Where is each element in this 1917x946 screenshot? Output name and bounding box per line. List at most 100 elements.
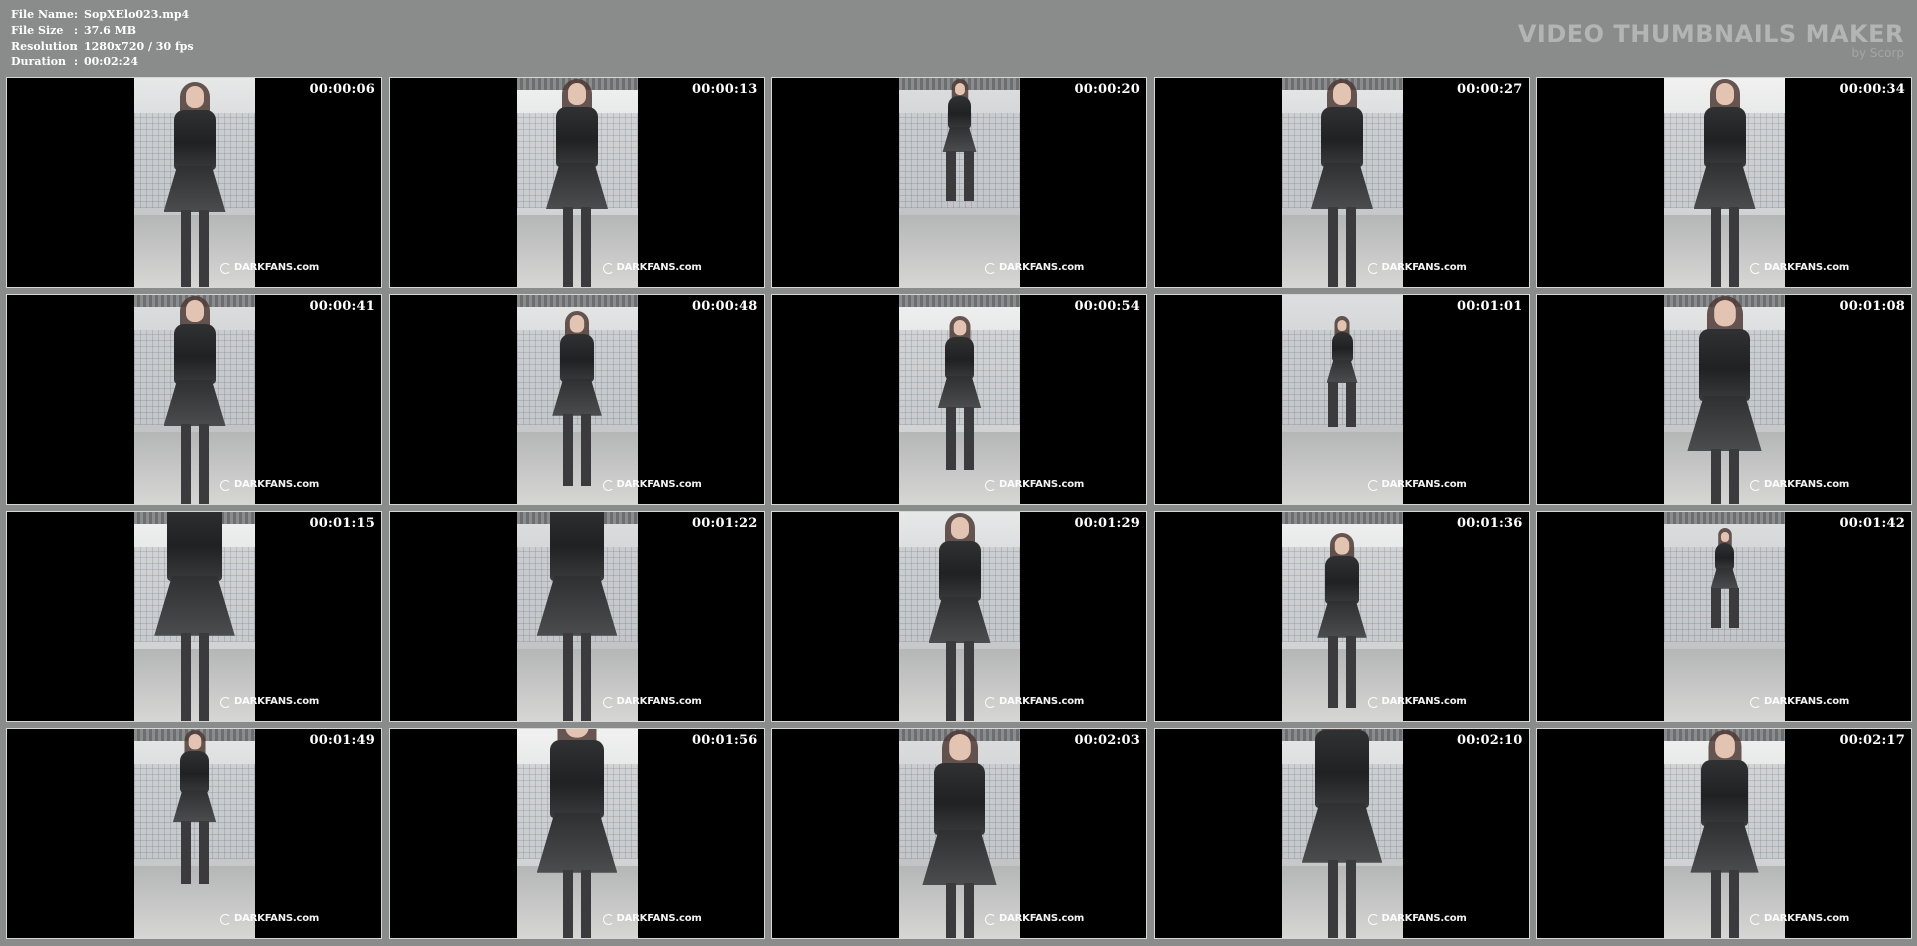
thumbnail[interactable]: 00:00:48 DARKFANS.com: [388, 294, 765, 505]
watermark-text: DARKFANS.com: [616, 913, 702, 924]
darkfans-logo-icon: [602, 696, 614, 708]
thumbnail-grid: 00:00:06 DARKFANS.com 00:00:13 DARKFANS.com…: [6, 77, 1912, 941]
brand-title: VIDEO THUMBNAILS MAKER: [1517, 20, 1904, 48]
frame-legs: [563, 414, 591, 487]
frame-head: [569, 315, 585, 333]
thumbnail-frame-image: [516, 78, 638, 287]
frame-body: [1314, 730, 1370, 809]
thumbnail-timestamp: 00:02:17: [1839, 733, 1905, 748]
sheet-header: File Name : SopXElo023.mp4 File Size : 3…: [0, 0, 1917, 74]
thumbnail-timestamp: 00:00:27: [1457, 82, 1523, 97]
darkfans-watermark: DARKFANS.com: [985, 696, 1084, 708]
darkfans-logo-icon: [1750, 262, 1761, 274]
frame-legs: [945, 406, 974, 470]
thumbnail[interactable]: 00:01:22 DARKFANS.com: [388, 511, 765, 722]
thumbnail[interactable]: 00:02:10 DARKFANS.com: [1153, 728, 1530, 939]
file-name-separator: :: [74, 8, 79, 21]
frame-head: [1713, 300, 1736, 327]
thumbnail-timestamp: 00:02:10: [1457, 733, 1523, 748]
frame-body: [179, 750, 210, 793]
thumbnail-timestamp: 00:01:01: [1457, 299, 1523, 314]
frame-legs: [945, 151, 974, 201]
frame-body: [1715, 542, 1734, 570]
frame-head: [1333, 83, 1351, 105]
frame-body: [549, 512, 605, 582]
frame-legs: [563, 633, 591, 721]
watermark-text: DARKFANS.com: [616, 479, 702, 490]
thumbnail-frame-image: [516, 512, 638, 721]
thumbnail-timestamp: 00:00:06: [309, 82, 375, 97]
darkfans-logo-icon: [602, 262, 614, 274]
thumbnail-timestamp: 00:00:13: [692, 82, 758, 97]
thumbnail-frame-image: [1281, 295, 1403, 504]
darkfans-logo-icon: [220, 696, 231, 708]
thumbnail-frame-image: [134, 512, 255, 721]
thumbnail-frame-image: [516, 295, 638, 504]
frame-ground: [1281, 432, 1403, 504]
thumbnail[interactable]: 00:01:56 DARKFANS.com: [388, 728, 765, 939]
darkfans-watermark: DARKFANS.com: [220, 479, 320, 491]
thumbnail[interactable]: 00:02:03 DARKFANS.com: [771, 728, 1147, 939]
thumbnail-frame-image: [1281, 729, 1403, 938]
thumbnail[interactable]: 00:00:34 DARKFANS.com: [1536, 77, 1912, 288]
file-size-row: File Size : 37.6 MB: [11, 23, 244, 39]
thumbnail-timestamp: 00:01:36: [1457, 516, 1523, 531]
thumbnail-timestamp: 00:01:15: [309, 516, 375, 531]
watermark-text: DARKFANS.com: [1381, 479, 1467, 490]
thumbnail[interactable]: 00:00:54 DARKFANS.com: [771, 294, 1147, 505]
darkfans-logo-icon: [220, 262, 231, 274]
frame-body: [173, 110, 216, 170]
thumbnail[interactable]: 00:01:15 DARKFANS.com: [6, 511, 382, 722]
frame-body: [167, 512, 222, 582]
watermark-text: DARKFANS.com: [1764, 696, 1850, 707]
darkfans-logo-icon: [1367, 696, 1379, 708]
thumbnail[interactable]: 00:01:29 DARKFANS.com: [771, 511, 1147, 722]
file-size-separator: :: [74, 23, 79, 37]
frame-legs: [1710, 207, 1739, 287]
thumbnail-frame-image: [134, 78, 255, 287]
darkfans-watermark: DARKFANS.com: [1367, 696, 1467, 708]
frame-legs: [1328, 382, 1356, 427]
thumbnail[interactable]: 00:00:13 DARKFANS.com: [388, 77, 765, 288]
thumbnail-frame-image: [1664, 295, 1785, 504]
frame-legs: [945, 641, 974, 721]
frame-body: [1703, 107, 1746, 167]
watermark-text: DARKFANS.com: [234, 913, 320, 924]
frame-legs: [945, 882, 974, 938]
watermark-text: DARKFANS.com: [616, 262, 702, 273]
frame-head: [185, 86, 204, 108]
file-info-panel: File Name : SopXElo023.mp4 File Size : 3…: [11, 7, 244, 70]
frame-roof: [516, 295, 638, 307]
thumbnail[interactable]: 00:00:20 DARKFANS.com: [771, 77, 1147, 288]
file-name-label: File Name: [11, 8, 74, 21]
darkfans-watermark: DARKFANS.com: [985, 479, 1084, 491]
frame-body: [938, 541, 981, 601]
frame-head: [948, 734, 971, 761]
darkfans-watermark: DARKFANS.com: [602, 262, 702, 274]
darkfans-watermark: DARKFANS.com: [1750, 262, 1849, 274]
duration-row: Duration : 00:02:24: [11, 54, 244, 70]
thumbnail[interactable]: 00:01:49 DARKFANS.com: [6, 728, 382, 939]
duration-label: Duration: [11, 55, 67, 69]
thumbnail-timestamp: 00:01:22: [692, 516, 758, 531]
thumbnail[interactable]: 00:00:41 DARKFANS.com: [6, 294, 382, 505]
watermark-text: DARKFANS.com: [234, 479, 320, 490]
file-name-value: SopXElo023.mp4: [84, 8, 190, 21]
watermark-text: DARKFANS.com: [234, 262, 320, 273]
frame-legs: [180, 820, 209, 884]
frame-legs: [563, 207, 591, 287]
thumbnail[interactable]: 00:00:27 DARKFANS.com: [1153, 77, 1530, 288]
darkfans-watermark: DARKFANS.com: [1750, 696, 1850, 708]
darkfans-logo-icon: [1367, 913, 1379, 925]
thumbnail[interactable]: 00:00:06 DARKFANS.com: [6, 77, 382, 288]
thumbnail[interactable]: 00:02:17 DARKFANS.com: [1536, 728, 1912, 939]
thumbnail-frame-image: [516, 729, 638, 938]
frame-body: [1325, 556, 1359, 605]
thumbnail[interactable]: 00:01:01 DARKFANS.com: [1153, 294, 1530, 505]
thumbnail[interactable]: 00:01:36 DARKFANS.com: [1153, 511, 1530, 722]
darkfans-watermark: DARKFANS.com: [1367, 262, 1467, 274]
darkfans-logo-icon: [985, 696, 996, 708]
thumbnail[interactable]: 00:01:42 DARKFANS.com: [1536, 511, 1912, 722]
thumbnail[interactable]: 00:01:08 DARKFANS.com: [1536, 294, 1912, 505]
brand-logo: VIDEO THUMBNAILS MAKER by Scorp: [1518, 20, 1904, 60]
